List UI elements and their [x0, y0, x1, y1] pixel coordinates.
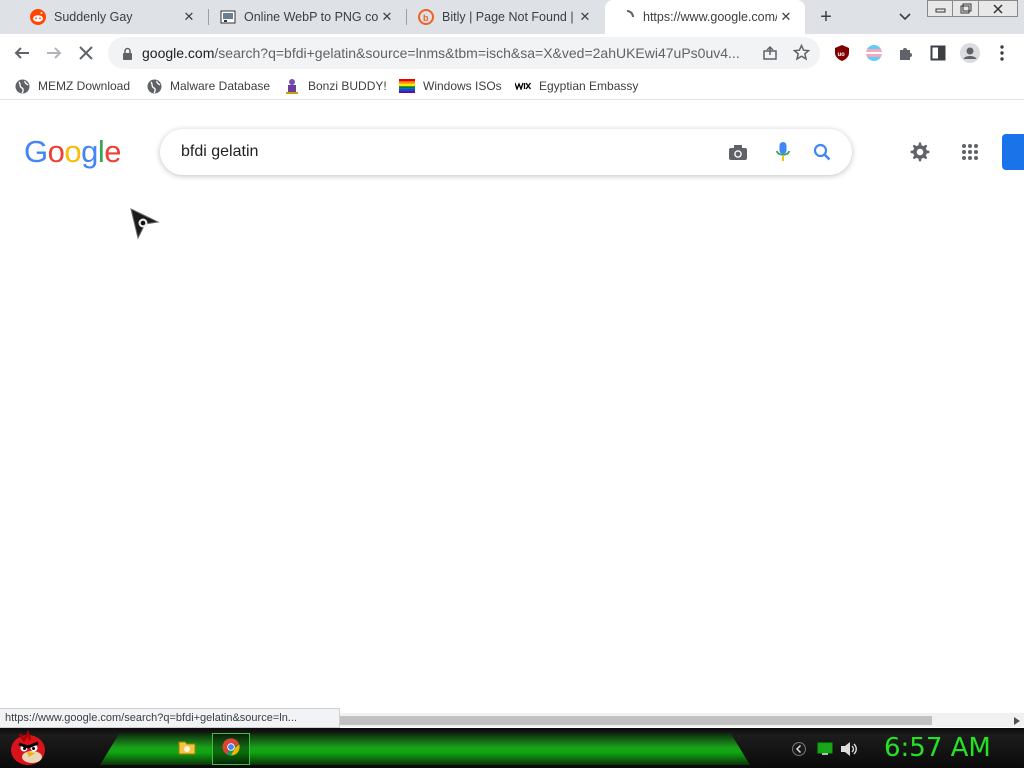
search-icon[interactable] [811, 141, 833, 163]
extensions-puzzle-icon[interactable] [892, 39, 920, 67]
tab-bitly[interactable]: b Bitly | Page Not Found | 4 ✕ [406, 0, 604, 34]
bookmark-label: Windows ISOs [423, 79, 502, 93]
stop-loading-button[interactable] [72, 39, 100, 67]
taskbar-file-explorer-button[interactable] [168, 733, 206, 765]
tab-title: Suddenly Gay [54, 10, 133, 24]
bookmark-label: Bonzi BUDDY! [308, 79, 387, 93]
new-tab-button[interactable]: + [815, 6, 837, 28]
bookmark-windows-isos[interactable]: Windows ISOs [399, 76, 502, 96]
logo-letter: o [47, 134, 65, 169]
tab-close-icon[interactable]: ✕ [576, 8, 594, 26]
globe-icon [146, 78, 162, 94]
tab-close-icon[interactable]: ✕ [378, 8, 396, 26]
volume-speaker-icon[interactable] [840, 740, 858, 758]
search-box[interactable]: bfdi gelatin [160, 129, 852, 175]
bookmark-label: Egyptian Embassy [539, 79, 639, 93]
folder-icon [178, 739, 196, 760]
bookmarks-bar: MEMZ Download Malware Database Bonzi BUD… [0, 72, 1024, 100]
url-path: /search?q=bfdi+gelatin&source=lnms&tbm=i… [214, 45, 740, 61]
tab-close-icon[interactable]: ✕ [180, 8, 198, 26]
side-panel-icon[interactable] [924, 39, 952, 67]
back-button[interactable] [8, 39, 36, 67]
mouse-cursor-icon [130, 208, 160, 240]
share-icon[interactable] [762, 45, 778, 66]
close-window-button[interactable] [978, 0, 1018, 17]
google-apps-grid-icon[interactable] [958, 140, 982, 164]
restore-button[interactable] [952, 0, 979, 17]
wix-icon [515, 78, 531, 94]
loading-spinner-icon [619, 9, 635, 25]
svg-text:uo: uo [838, 52, 846, 58]
bookmark-memz[interactable]: MEMZ Download [14, 76, 130, 96]
tab-webp-converter[interactable]: Online WebP to PNG con ✕ [208, 0, 406, 34]
scrollbar-thumb[interactable] [340, 716, 932, 725]
tab-close-icon[interactable]: ✕ [777, 8, 795, 26]
chrome-menu-icon[interactable] [988, 39, 1016, 67]
logo-letter: e [104, 134, 122, 169]
tab-title: https://www.google.com/ [643, 10, 777, 24]
forward-arrow-icon [47, 47, 62, 59]
camera-search-icon[interactable] [727, 141, 749, 163]
bookmark-label: MEMZ Download [38, 79, 131, 93]
bookmark-bonzi-buddy[interactable]: Bonzi BUDDY! [284, 76, 387, 96]
bookmark-star-icon[interactable] [792, 43, 811, 66]
settings-gear-icon[interactable] [908, 140, 932, 164]
browser-toolbar: google.com/search?q=bfdi+gelatin&source=… [0, 34, 1024, 72]
bookmark-label: Malware Database [170, 79, 271, 93]
scroll-right-arrow-icon[interactable] [1011, 715, 1023, 726]
bookmark-malware-database[interactable]: Malware Database [146, 76, 270, 96]
taskbar-clock[interactable]: 6:57 AM [884, 733, 991, 763]
logo-letter: G [24, 134, 48, 169]
lock-icon [120, 46, 134, 60]
google-logo[interactable]: Google [24, 134, 122, 170]
ublock-extension-icon[interactable]: uo [828, 39, 856, 67]
stop-x-icon [79, 46, 93, 60]
bitly-icon: b [418, 9, 434, 25]
svg-text:b: b [423, 13, 429, 23]
reddit-icon [30, 9, 46, 25]
taskbar-chrome-button[interactable] [212, 733, 250, 765]
search-input[interactable]: bfdi gelatin [181, 143, 852, 161]
tab-google-active[interactable]: https://www.google.com/ ✕ [605, 0, 805, 34]
back-arrow-icon [14, 47, 29, 59]
profile-avatar-icon[interactable] [956, 39, 984, 67]
logo-letter: g [81, 134, 98, 169]
tab-strip: Suddenly Gay ✕ Online WebP to PNG con ✕ … [0, 0, 1024, 34]
tab-reddit[interactable]: Suddenly Gay ✕ [10, 0, 208, 34]
address-bar[interactable]: google.com/search?q=bfdi+gelatin&source=… [108, 37, 820, 69]
bookmark-egyptian-embassy[interactable]: Egyptian Embassy [515, 76, 638, 96]
chrome-icon [222, 737, 240, 761]
network-monitor-icon[interactable] [816, 740, 834, 758]
bonzi-icon [284, 78, 300, 94]
trans-flag-extension-icon[interactable] [860, 39, 888, 67]
start-button-angry-bird-icon[interactable] [8, 729, 48, 767]
tab-title: Online WebP to PNG con [244, 10, 378, 24]
address-url: google.com/search?q=bfdi+gelatin&source=… [142, 45, 742, 61]
tab-title: Bitly | Page Not Found | 4 [442, 10, 576, 24]
link-status-bubble: https://www.google.com/search?q=bfdi+gel… [0, 708, 340, 728]
globe-icon [14, 78, 30, 94]
sign-in-button[interactable] [1002, 134, 1024, 170]
forward-button[interactable] [40, 39, 68, 67]
tab-search-chevron-icon[interactable] [895, 8, 915, 26]
logo-letter: o [64, 134, 82, 169]
microphone-icon[interactable] [772, 141, 794, 163]
rainbow-flag-icon [399, 78, 415, 94]
url-host: google.com [142, 45, 215, 61]
minimize-button[interactable] [927, 0, 954, 17]
converter-icon [220, 9, 236, 25]
tray-chevron-icon[interactable] [790, 740, 808, 758]
